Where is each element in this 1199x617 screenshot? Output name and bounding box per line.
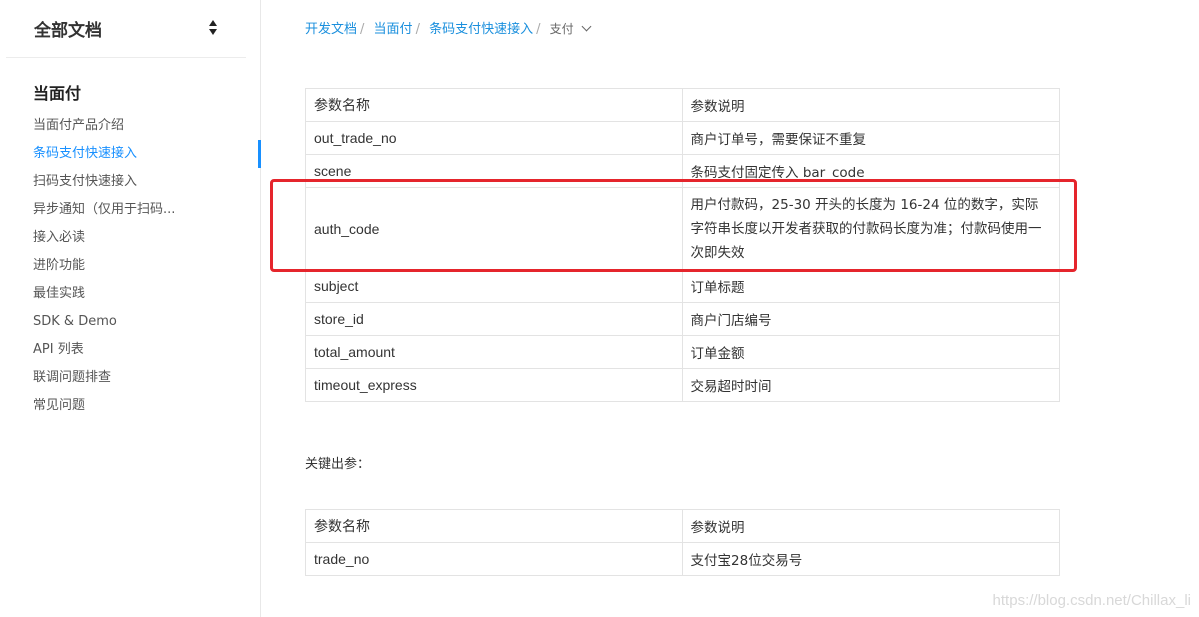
doc-category-select[interactable]: 全部文档 bbox=[6, 0, 246, 58]
table-row: subject 订单标题 bbox=[305, 269, 1061, 303]
table-row: total_amount 订单金额 bbox=[305, 335, 1061, 369]
param-desc: 交易超时时间 bbox=[681, 368, 1061, 402]
param-name: store_id bbox=[305, 302, 683, 336]
param-desc: 支付宝28位交易号 bbox=[681, 542, 1061, 576]
table-header-row: 参数名称 参数说明 bbox=[305, 509, 1061, 543]
sidebar-item-debug[interactable]: 联调问题排查 bbox=[33, 364, 193, 392]
sidebar-item-api-list[interactable]: API 列表 bbox=[33, 336, 193, 364]
breadcrumb-separator: / bbox=[536, 22, 541, 37]
sort-arrows-icon bbox=[209, 20, 219, 38]
breadcrumb-separator: / bbox=[415, 22, 420, 37]
table-row: timeout_express 交易超时时间 bbox=[305, 368, 1061, 402]
header-param-name: 参数名称 bbox=[305, 509, 683, 543]
breadcrumb-separator: / bbox=[360, 22, 365, 37]
breadcrumb: 开发文档 / 当面付 / 条码支付快速接入 / 支付 bbox=[305, 18, 592, 37]
watermark: https://blog.csdn.net/Chillax_li bbox=[992, 592, 1191, 609]
header-param-name: 参数名称 bbox=[305, 88, 683, 122]
doc-category-label: 全部文档 bbox=[34, 21, 102, 41]
param-desc: 商户订单号，需要保证不重复 bbox=[681, 121, 1061, 155]
param-name: auth_code bbox=[305, 187, 683, 270]
sidebar-item-qrcode-pay[interactable]: 扫码支付快速接入 bbox=[33, 168, 193, 196]
sidebar-item-product-intro[interactable]: 当面付产品介绍 bbox=[33, 112, 193, 140]
response-params-table: 参数名称 参数说明 trade_no 支付宝28位交易号 bbox=[305, 509, 1061, 576]
sidebar-item-barcode-pay[interactable]: 条码支付快速接入 bbox=[33, 140, 193, 168]
table-row: scene 条码支付固定传入 bar_code bbox=[305, 154, 1061, 188]
active-nav-indicator bbox=[258, 140, 261, 168]
sidebar-nav: 当面付产品介绍 条码支付快速接入 扫码支付快速接入 异步通知（仅用于扫码... … bbox=[33, 112, 193, 420]
sidebar-item-async-notify[interactable]: 异步通知（仅用于扫码... bbox=[33, 196, 193, 224]
sidebar-item-faq[interactable]: 常见问题 bbox=[33, 392, 193, 420]
param-name: subject bbox=[305, 269, 683, 303]
header-param-desc: 参数说明 bbox=[681, 509, 1061, 543]
breadcrumb-barcode-pay[interactable]: 条码支付快速接入 bbox=[429, 22, 533, 37]
sidebar-item-must-read[interactable]: 接入必读 bbox=[33, 224, 193, 252]
table-row: trade_no 支付宝28位交易号 bbox=[305, 542, 1061, 576]
sidebar-item-advanced[interactable]: 进阶功能 bbox=[33, 252, 193, 280]
param-desc: 订单标题 bbox=[681, 269, 1061, 303]
param-name: out_trade_no bbox=[305, 121, 683, 155]
param-desc: 订单金额 bbox=[681, 335, 1061, 369]
param-name: scene bbox=[305, 154, 683, 188]
breadcrumb-current: 支付 bbox=[549, 22, 574, 36]
breadcrumb-dev-docs[interactable]: 开发文档 bbox=[305, 22, 357, 37]
param-name: total_amount bbox=[305, 335, 683, 369]
table-header-row: 参数名称 参数说明 bbox=[305, 88, 1061, 122]
output-params-label: 关键出参： bbox=[305, 457, 371, 472]
sidebar-item-sdk-demo[interactable]: SDK & Demo bbox=[33, 308, 193, 336]
sidebar-section-title: 当面付 bbox=[33, 84, 82, 103]
chevron-down-icon[interactable] bbox=[581, 21, 592, 32]
request-params-table: 参数名称 参数说明 out_trade_no 商户订单号，需要保证不重复 sce… bbox=[305, 88, 1061, 402]
sidebar-item-best-practice[interactable]: 最佳实践 bbox=[33, 280, 193, 308]
param-name: timeout_express bbox=[305, 368, 683, 402]
param-desc: 用户付款码，25-30 开头的长度为 16-24 位的数字，实际字符串长度以开发… bbox=[681, 187, 1061, 270]
param-name: trade_no bbox=[305, 542, 683, 576]
table-row: out_trade_no 商户订单号，需要保证不重复 bbox=[305, 121, 1061, 155]
sidebar: 全部文档 当面付 当面付产品介绍 条码支付快速接入 扫码支付快速接入 异步通知（… bbox=[0, 0, 261, 617]
header-param-desc: 参数说明 bbox=[681, 88, 1061, 122]
table-row: store_id 商户门店编号 bbox=[305, 302, 1061, 336]
param-desc: 商户门店编号 bbox=[681, 302, 1061, 336]
param-desc: 条码支付固定传入 bar_code bbox=[681, 154, 1061, 188]
table-row-highlighted: auth_code 用户付款码，25-30 开头的长度为 16-24 位的数字，… bbox=[305, 187, 1061, 270]
breadcrumb-face-pay[interactable]: 当面付 bbox=[374, 22, 413, 37]
